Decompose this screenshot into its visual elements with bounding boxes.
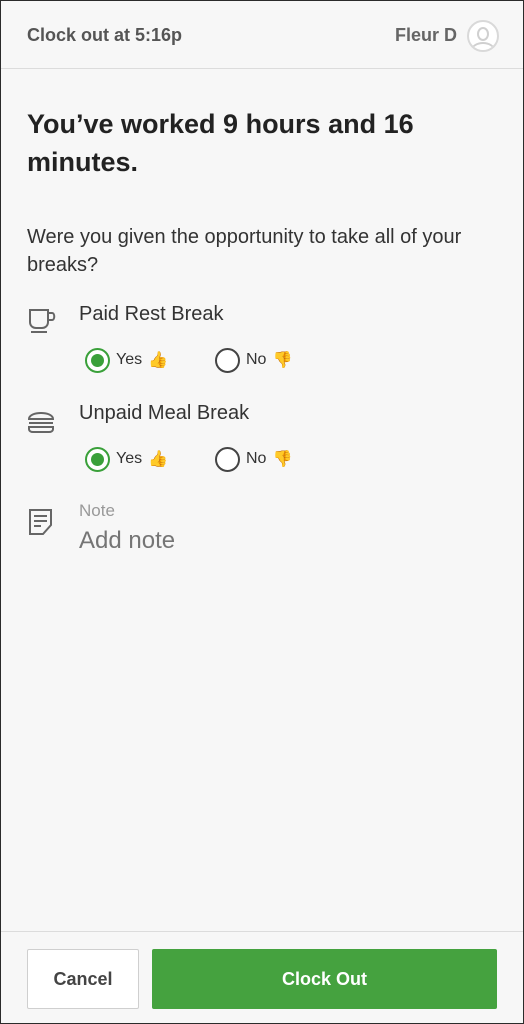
note-label: Note <box>79 501 115 520</box>
unpaid-meal-break-label: Unpaid Meal Break <box>79 402 250 424</box>
no-label: No <box>246 450 267 467</box>
cup-icon <box>29 309 56 333</box>
thumbs-down-icon: 👎 <box>272 352 293 369</box>
avatar[interactable] <box>467 20 499 52</box>
user-name: Fleur D <box>394 25 457 45</box>
note-input[interactable] <box>79 527 479 555</box>
clock-out-screen: Clock out at 5:16p Fleur D You’ve worked… <box>1 1 523 1023</box>
no-label: No <box>246 351 267 368</box>
radio-no[interactable] <box>215 347 240 373</box>
clock-out-button[interactable]: Clock Out <box>152 949 497 1009</box>
paid-rest-break-no[interactable]: No 👎 <box>215 347 292 373</box>
burger-icon <box>27 412 55 433</box>
cancel-button[interactable]: Cancel <box>27 949 139 1009</box>
thumbs-up-icon: 👍 <box>148 451 169 468</box>
note-icon <box>29 509 52 535</box>
thumbs-up-icon: 👍 <box>148 352 169 369</box>
radio-yes-checked[interactable] <box>85 446 110 472</box>
thumbs-down-icon: 👎 <box>272 451 293 468</box>
yes-label: Yes <box>116 351 143 368</box>
unpaid-meal-break-no[interactable]: No 👎 <box>215 446 292 472</box>
paid-rest-break-yes[interactable]: Yes 👍 <box>85 347 168 373</box>
unpaid-meal-break-yes[interactable]: Yes 👍 <box>85 446 168 472</box>
avatar-shoulders <box>471 42 495 50</box>
avatar-head <box>477 27 489 41</box>
header-bar: Clock out at 5:16p Fleur D <box>1 1 523 69</box>
paid-rest-break-label: Paid Rest Break <box>79 303 224 325</box>
header-title: Clock out at 5:16p <box>27 25 183 45</box>
breaks-question: Were you given the opportunity to take a… <box>27 226 462 276</box>
footer-bar: Cancel Clock Out <box>1 931 523 1023</box>
radio-yes-checked[interactable] <box>85 347 110 373</box>
page-title: You’ve worked 9 hours and 16 minutes. <box>27 109 414 177</box>
radio-no[interactable] <box>215 446 240 472</box>
yes-label: Yes <box>116 450 143 467</box>
